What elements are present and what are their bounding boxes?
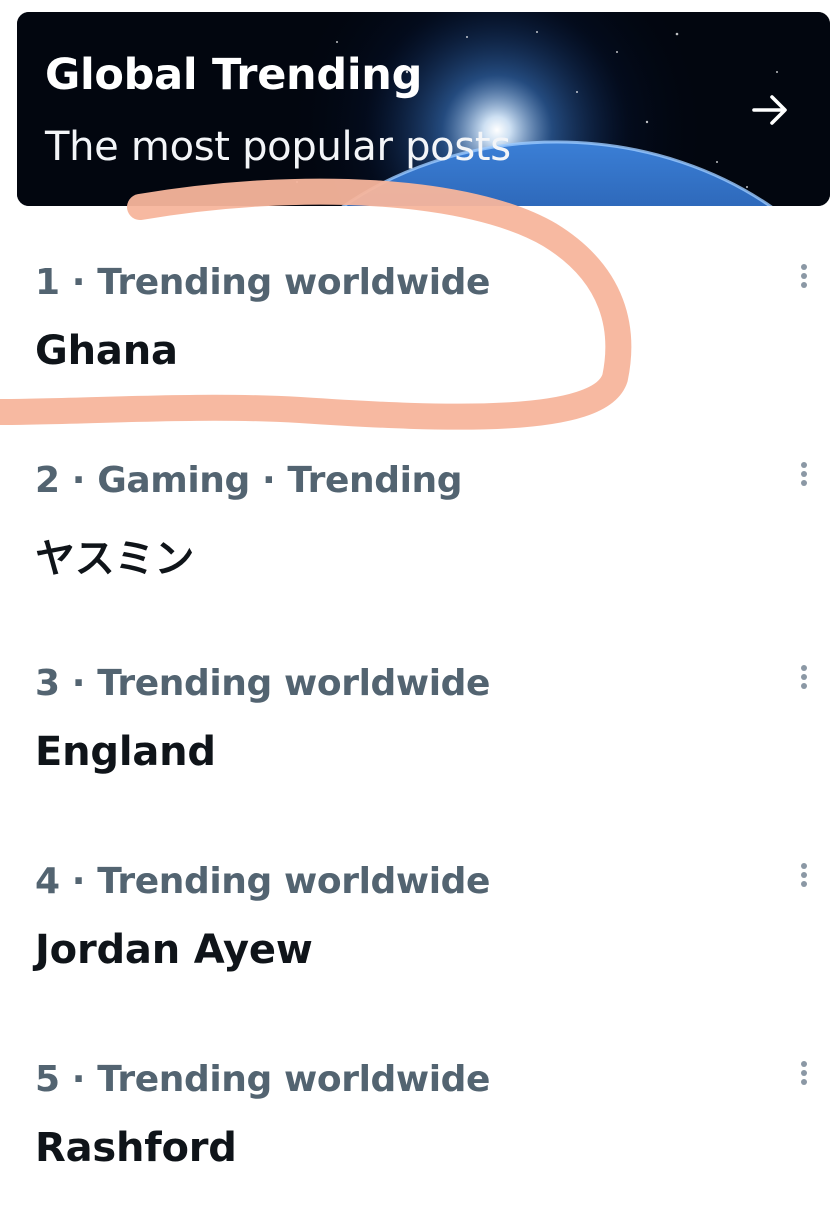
trend-meta: 5 · Trending worldwide [35,1059,491,1100]
trend-name: Rashford [35,1125,237,1171]
trend-item-3[interactable]: 3 · Trending worldwide England [0,663,840,833]
global-trending-banner[interactable]: Global Trending The most popular posts [17,12,830,206]
banner-title: Global Trending [45,50,423,100]
trend-meta: 2 · Gaming · Trending [35,460,463,501]
arrow-right-icon[interactable] [748,88,792,132]
more-options-icon[interactable] [795,1059,813,1095]
trend-name: Ghana [35,328,178,374]
more-options-icon[interactable] [795,262,813,298]
trend-item-4[interactable]: 4 · Trending worldwide Jordan Ayew [0,861,840,1031]
trend-meta: 3 · Trending worldwide [35,663,491,704]
trend-item-5[interactable]: 5 · Trending worldwide Rashford [0,1059,840,1229]
more-options-icon[interactable] [795,861,813,897]
more-options-icon[interactable] [795,460,813,496]
trend-name: ヤスミン [35,536,195,582]
trend-item-1[interactable]: 1 · Trending worldwide Ghana [0,262,840,432]
trend-meta: 4 · Trending worldwide [35,861,491,902]
trend-item-2[interactable]: 2 · Gaming · Trending ヤスミン [0,460,840,630]
banner-subtitle: The most popular posts [45,124,511,170]
trend-name: Jordan Ayew [35,927,313,973]
earth-space-background [17,12,830,206]
trend-meta: 1 · Trending worldwide [35,262,491,303]
more-options-icon[interactable] [795,663,813,699]
trend-name: England [35,729,216,775]
